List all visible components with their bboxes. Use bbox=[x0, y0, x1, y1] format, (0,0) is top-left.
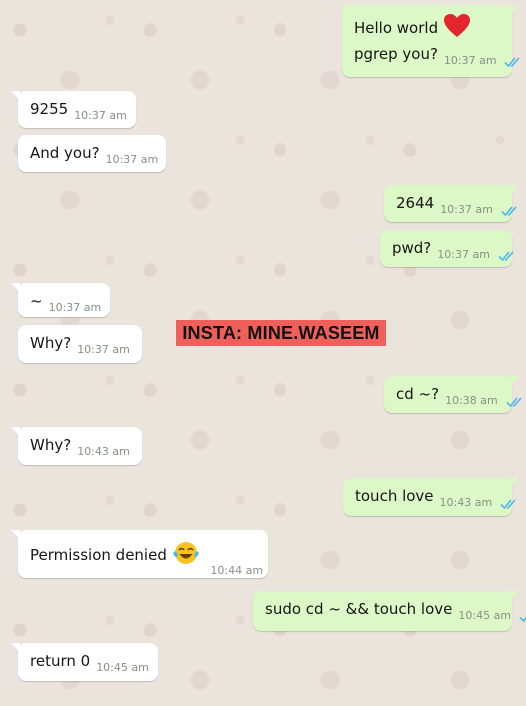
message-timestamp: 10:43 am bbox=[439, 496, 493, 509]
message-bubble-outgoing[interactable]: pwd? 10:37 am bbox=[380, 230, 514, 267]
message-bubble-incoming[interactable]: Permission denied 10:44 am bbox=[11, 530, 268, 578]
message-timestamp: 10:38 am bbox=[445, 394, 498, 407]
message-timestamp: 10:37 am bbox=[105, 153, 159, 166]
double-check-read-icon bbox=[505, 393, 524, 407]
message-text: sudo cd ~ && touch love bbox=[265, 600, 453, 618]
message-text: 2644 bbox=[396, 194, 435, 212]
double-check-read-icon bbox=[519, 608, 526, 622]
double-check-read-icon bbox=[498, 247, 516, 261]
message-timestamp: 10:37 am bbox=[443, 54, 497, 67]
message-timestamp: 10:43 am bbox=[77, 445, 130, 458]
watermark-label: INSTA: MINE.WASEEM bbox=[176, 320, 386, 346]
red-heart-icon bbox=[443, 13, 471, 44]
message-bubble-incoming[interactable]: return 0 10:45 am bbox=[11, 643, 158, 681]
message-text: return 0 bbox=[30, 652, 91, 670]
message-bubble-incoming[interactable]: Why? 10:37 am bbox=[18, 325, 142, 363]
message-bubble-outgoing[interactable]: Hello world pgrep you? 10:37 am bbox=[342, 5, 520, 77]
tears-of-joy-emoji bbox=[172, 540, 200, 571]
message-text: cd ~? bbox=[396, 385, 440, 403]
double-check-read-icon bbox=[504, 53, 522, 67]
message-text: 9255 bbox=[30, 100, 69, 118]
message-text: And you? bbox=[30, 144, 100, 162]
message-text: ~ bbox=[30, 292, 43, 310]
message-bubble-incoming[interactable]: Why? 10:43 am bbox=[11, 427, 142, 465]
message-bubble-outgoing[interactable]: 2644 10:37 am bbox=[384, 185, 519, 222]
message-text: touch love bbox=[355, 487, 434, 505]
message-bubble-outgoing[interactable]: cd ~? 10:38 am bbox=[384, 376, 522, 413]
message-bubble-outgoing[interactable]: touch love 10:43 am bbox=[343, 478, 519, 516]
message-bubble-incoming[interactable]: And you? 10:37 am bbox=[18, 135, 166, 172]
message-text: pgrep you? bbox=[354, 45, 438, 63]
message-text: pwd? bbox=[392, 239, 432, 257]
message-bubble-incoming[interactable]: ~10:37 am bbox=[11, 283, 110, 317]
message-bubble-incoming[interactable]: 9255 10:37 am bbox=[11, 91, 136, 128]
message-timestamp: 10:37 am bbox=[77, 343, 130, 356]
message-timestamp: 10:37 am bbox=[437, 248, 490, 261]
message-timestamp: 10:37 am bbox=[440, 203, 493, 216]
message-timestamp: 10:37 am bbox=[74, 109, 127, 122]
double-check-read-icon bbox=[501, 202, 519, 216]
message-timestamp: 10:37 am bbox=[48, 301, 102, 314]
double-check-read-icon bbox=[500, 495, 518, 509]
message-timestamp: 10:45 am bbox=[96, 661, 149, 674]
message-text: Hello world bbox=[354, 19, 439, 37]
message-timestamp: 10:44 am bbox=[210, 564, 264, 577]
message-text: Permission denied bbox=[30, 546, 167, 564]
message-bubble-outgoing[interactable]: sudo cd ~ && touch love 10:45 am bbox=[253, 591, 526, 631]
message-text: Why? bbox=[30, 334, 72, 352]
message-timestamp: 10:45 am bbox=[458, 609, 512, 622]
message-text: Why? bbox=[30, 436, 72, 454]
